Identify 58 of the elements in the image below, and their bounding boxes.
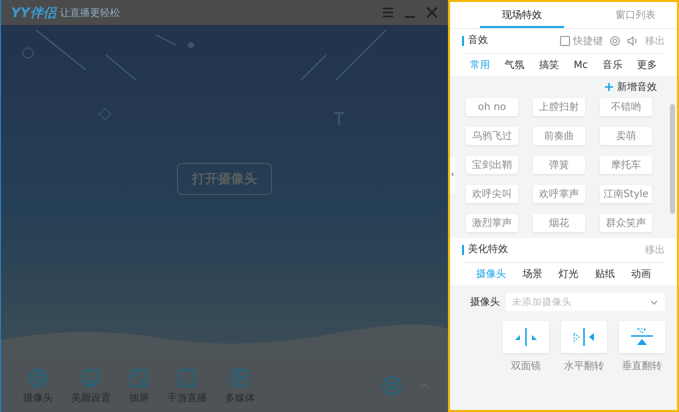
section-title: 美化特效: [462, 245, 508, 255]
transform-button[interactable]: [619, 321, 665, 353]
sound-effect-button[interactable]: 激烈掌声: [466, 214, 518, 232]
record-icon[interactable]: [382, 376, 402, 396]
app-logo: YY伴侣: [11, 4, 56, 22]
panel-tab[interactable]: 现场特效: [480, 2, 564, 28]
sound-effect-button[interactable]: 摩托车: [600, 156, 652, 174]
sound-effect-button[interactable]: 上膛扫射: [533, 98, 585, 116]
beauty-icon: [81, 368, 101, 388]
transform-button[interactable]: [561, 321, 607, 353]
sound-effect-button[interactable]: 群众笑声: [600, 214, 652, 232]
close-icon[interactable]: [426, 7, 438, 18]
effect-tab[interactable]: 摄像头: [476, 267, 506, 281]
app-slogan: 让直播更轻松: [60, 6, 120, 20]
collapse-handle[interactable]: ‹: [450, 157, 455, 193]
panel-tab[interactable]: 窗口列表: [594, 2, 677, 28]
effect-tab[interactable]: 动画: [631, 267, 651, 281]
menu-icon[interactable]: [382, 7, 394, 18]
remove-link[interactable]: 移出: [645, 243, 665, 257]
category-tab[interactable]: 更多: [636, 58, 657, 72]
category-tab[interactable]: Mc: [574, 60, 588, 70]
sound-effect-button[interactable]: 前奏曲: [533, 127, 585, 145]
camera-icon: [28, 368, 48, 388]
sound-effect-button[interactable]: 不错哟: [600, 98, 652, 116]
sound-effect-button[interactable]: 江南Style: [600, 185, 652, 203]
transform-label: 垂直翻转: [622, 360, 662, 373]
section-title: 音效: [462, 36, 488, 46]
transform-button[interactable]: [503, 321, 549, 353]
effect-tab[interactable]: 场景: [522, 267, 542, 281]
target-icon[interactable]: [610, 36, 620, 46]
volume-icon[interactable]: [627, 36, 638, 46]
transform-label: 双面镜: [511, 360, 541, 373]
vertical-flip-icon: [628, 326, 656, 348]
screen-icon: [129, 368, 149, 388]
category-tab[interactable]: 搞笑: [539, 58, 560, 72]
remove-link[interactable]: 移出: [645, 34, 665, 48]
media-icon: [230, 368, 250, 388]
hotkey-checkbox[interactable]: 快捷键: [560, 34, 603, 48]
sound-effect-button[interactable]: 宝剑出鞘: [466, 156, 518, 174]
category-tab[interactable]: 气氛: [504, 58, 525, 72]
sound-effect-button[interactable]: 弹簧: [533, 156, 585, 174]
camera-dropdown[interactable]: 未添加摄像头: [506, 293, 665, 311]
camera-label: 摄像头: [470, 296, 500, 309]
sound-effect-button[interactable]: 卖萌: [600, 127, 652, 145]
category-tab[interactable]: 音乐: [602, 58, 622, 72]
effect-tab[interactable]: 贴纸: [594, 267, 615, 281]
effect-tab[interactable]: 灯光: [558, 267, 578, 281]
sound-effect-button[interactable]: 烟花: [533, 214, 585, 232]
transform-label: 水平翻转: [564, 360, 604, 373]
phone-icon: [177, 368, 197, 388]
add-sound-button[interactable]: 新增音效: [605, 80, 657, 94]
plus-icon: [605, 83, 613, 91]
sound-effect-button[interactable]: 乌鸦飞过: [466, 127, 518, 145]
sound-effect-button[interactable]: oh no: [466, 98, 518, 116]
category-tab[interactable]: 常用: [470, 58, 490, 72]
chevron-down-icon: [650, 300, 658, 305]
sound-effect-button[interactable]: 欢呼尖叫: [466, 185, 518, 203]
sound-effect-button[interactable]: 欢呼掌声: [533, 185, 585, 203]
